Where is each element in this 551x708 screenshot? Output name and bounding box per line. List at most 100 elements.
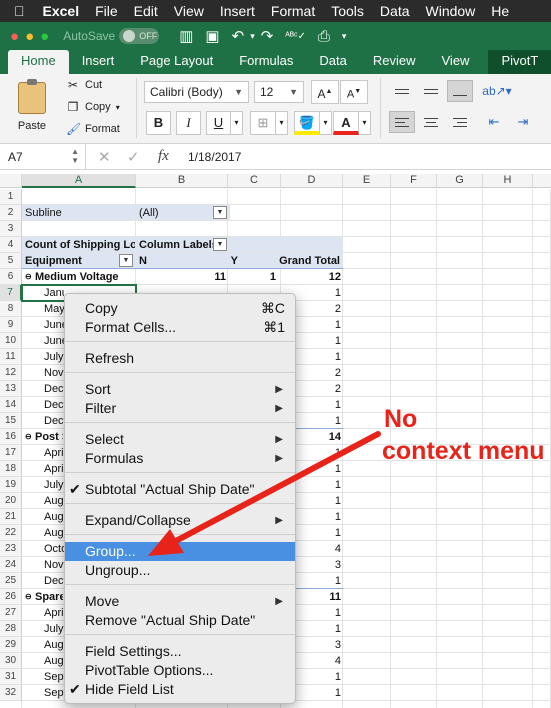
redo-icon[interactable]: ↷ [261, 27, 274, 45]
tab-home[interactable]: Home [8, 50, 69, 74]
menu-view[interactable]: View [166, 3, 212, 19]
select-all-corner[interactable] [0, 174, 22, 188]
row-header-31[interactable]: 31 [0, 669, 22, 685]
pivot-row-item[interactable]: Sept [44, 685, 64, 701]
menu-item-copy[interactable]: Copy ⌘C [65, 299, 295, 318]
group-medium-voltage[interactable]: Medium Voltage [35, 269, 135, 285]
row-header-26[interactable]: 26 [0, 589, 22, 605]
menu-tools[interactable]: Tools [323, 3, 372, 19]
pivot-row-item[interactable]: Dece [44, 413, 64, 429]
align-right-icon[interactable] [447, 111, 473, 133]
row-header-3[interactable]: 3 [0, 221, 22, 237]
save-icon[interactable]: ▣ [205, 27, 219, 45]
menu-data[interactable]: Data [372, 3, 418, 19]
menu-window[interactable]: Window [418, 3, 484, 19]
menu-item-move[interactable]: Move ▶ [65, 592, 295, 611]
pivot-row-item[interactable]: Apri [44, 445, 64, 461]
underline-button[interactable]: U [206, 111, 231, 135]
pivot-row-item[interactable]: June [44, 317, 64, 333]
pivot-row-item[interactable]: Sept [44, 669, 64, 685]
tab-pivottable[interactable]: PivotT [488, 50, 551, 74]
menu-item-select[interactable]: Select ▶ [65, 430, 295, 449]
cancel-icon[interactable]: ✕ [98, 148, 111, 166]
column-header-f[interactable]: F [391, 174, 437, 188]
font-name-select[interactable]: Calibri (Body) ▼ [144, 81, 249, 103]
zoom-window-icon[interactable]: ● [40, 28, 49, 45]
row-header-20[interactable]: 20 [0, 493, 22, 509]
pivot-row-item[interactable]: May [44, 301, 64, 317]
align-top-icon[interactable] [389, 80, 415, 102]
column-header-a[interactable]: A [22, 174, 136, 188]
menu-item-remove[interactable]: Remove "Actual Ship Date" [65, 611, 295, 630]
cut-button[interactable]: ✂ Cut [66, 78, 102, 92]
menu-item-refresh[interactable]: Refresh [65, 349, 295, 368]
menu-item-ungroup[interactable]: Ungroup... [65, 561, 295, 580]
pivot-row-item[interactable]: Nov [44, 365, 64, 381]
orientation-icon[interactable]: ab↗▾ [480, 80, 514, 104]
copy-button[interactable]: ❐ Copy ▾ [66, 100, 120, 114]
row-header-1[interactable]: 1 [0, 189, 22, 205]
apple-icon[interactable]:  [0, 3, 35, 19]
menu-item-hide-field-list[interactable]: ✔ Hide Field List [65, 680, 295, 699]
align-left-icon[interactable] [389, 111, 415, 133]
pivot-row-item[interactable]: July [44, 621, 64, 637]
row-header-7[interactable]: 7 [0, 285, 22, 301]
bold-button[interactable]: B [146, 111, 171, 135]
row-header-18[interactable]: 18 [0, 461, 22, 477]
row-header-22[interactable]: 22 [0, 525, 22, 541]
menu-format[interactable]: Format [263, 3, 323, 19]
pivot-row-item[interactable]: Dece [44, 381, 64, 397]
row-header-32[interactable]: 32 [0, 685, 22, 701]
menu-app-name[interactable]: Excel [35, 3, 88, 19]
align-center-icon[interactable] [418, 111, 444, 133]
menu-item-pivottable-options[interactable]: PivotTable Options... [65, 661, 295, 680]
minimize-window-icon[interactable]: ● [25, 28, 34, 45]
menu-item-formulas[interactable]: Formulas ▶ [65, 449, 295, 468]
row-header-12[interactable]: 12 [0, 365, 22, 381]
underline-dropdown[interactable]: ▾ [231, 111, 243, 135]
row-header-13[interactable]: 13 [0, 381, 22, 397]
row-header-6[interactable]: 6 [0, 269, 22, 285]
menu-item-sort[interactable]: Sort ▶ [65, 380, 295, 399]
chevron-down-icon[interactable]: ▼ [213, 206, 227, 219]
filter-icon[interactable]: ▼ [119, 254, 133, 267]
menu-item-field-settings[interactable]: Field Settings... [65, 642, 295, 661]
increase-font-size-button[interactable]: A▲ [311, 80, 339, 104]
column-header-next[interactable] [533, 174, 551, 188]
menu-item-subtotal[interactable]: ✔ Subtotal "Actual Ship Date" [65, 480, 295, 499]
customize-toolbar-icon[interactable]: ▾ [342, 31, 347, 42]
menu-edit[interactable]: Edit [126, 3, 166, 19]
collapse-icon[interactable]: ⊖ [25, 429, 33, 445]
pivot-row-item[interactable]: Aug [44, 653, 64, 669]
undo-dropdown-icon[interactable]: ▾ [250, 31, 255, 42]
chevron-down-icon[interactable]: ▼ [213, 238, 227, 251]
group-post-s[interactable]: Post S [35, 429, 63, 445]
row-header-17[interactable]: 17 [0, 445, 22, 461]
function-icon[interactable]: fx [158, 148, 169, 165]
pivot-row-item[interactable]: July [44, 349, 64, 365]
tab-formulas[interactable]: Formulas [226, 50, 306, 74]
column-header-g[interactable]: G [437, 174, 483, 188]
menu-file[interactable]: File [87, 3, 126, 19]
pivot-row-item[interactable]: June [44, 333, 64, 349]
close-window-icon[interactable]: ● [10, 28, 19, 45]
row-header-29[interactable]: 29 [0, 637, 22, 653]
paste-button[interactable]: Paste [10, 79, 54, 132]
row-header-11[interactable]: 11 [0, 349, 22, 365]
spellcheck-icon[interactable]: ᴬᴮᶜ✓ [285, 31, 306, 42]
row-header-30[interactable]: 30 [0, 653, 22, 669]
menu-item-format-cells[interactable]: Format Cells... ⌘1 [65, 318, 295, 337]
tab-data[interactable]: Data [306, 50, 359, 74]
row-header-2[interactable]: 2 [0, 205, 22, 221]
tab-review[interactable]: Review [360, 50, 429, 74]
row-header-24[interactable]: 24 [0, 557, 22, 573]
book-icon[interactable]: ▥ [179, 27, 193, 45]
pivot-row-item[interactable]: Apri [44, 605, 64, 621]
row-header-23[interactable]: 23 [0, 541, 22, 557]
row-header-15[interactable]: 15 [0, 413, 22, 429]
align-bottom-icon[interactable] [447, 80, 473, 102]
menu-insert[interactable]: Insert [212, 3, 263, 19]
undo-icon[interactable]: ↶ [232, 27, 245, 45]
column-header-h[interactable]: H [483, 174, 533, 188]
decrease-font-size-button[interactable]: A▼ [340, 80, 368, 104]
